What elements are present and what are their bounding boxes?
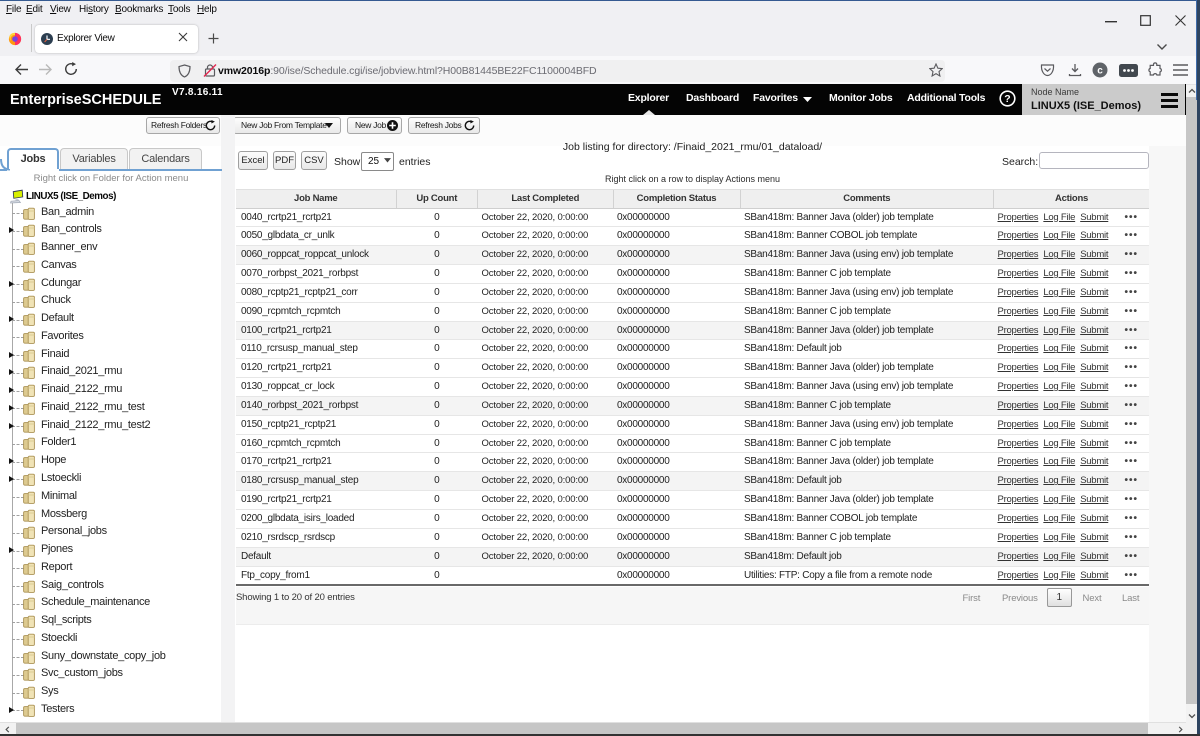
svg-text:c: c bbox=[1097, 65, 1103, 76]
svg-text:?: ? bbox=[1004, 93, 1010, 105]
